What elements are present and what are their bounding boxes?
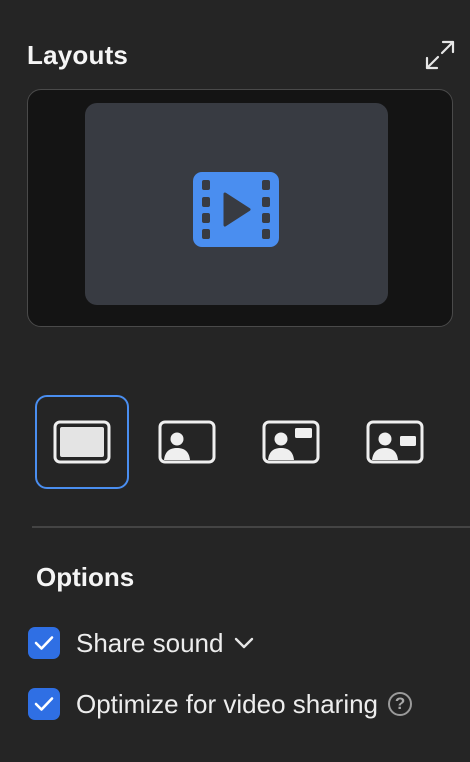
- layout-option-person-top-content[interactable]: [244, 395, 338, 489]
- layout-option-person-only[interactable]: [140, 395, 234, 489]
- expand-button[interactable]: [423, 38, 457, 72]
- checkmark-icon: [34, 697, 54, 711]
- share-sound-checkbox[interactable]: [28, 627, 60, 659]
- content-only-layout-icon: [53, 420, 111, 464]
- chevron-down-icon[interactable]: [233, 636, 255, 650]
- layouts-panel: Layouts Options Share sound Optimize for…: [0, 0, 470, 762]
- share-sound-label[interactable]: Share sound: [76, 628, 223, 659]
- share-sound-option: Share sound: [28, 627, 255, 659]
- person-side-content-layout-icon: [366, 420, 424, 464]
- layout-option-content-only[interactable]: [35, 395, 129, 489]
- optimize-video-checkbox[interactable]: [28, 688, 60, 720]
- person-layout-icon: [158, 420, 216, 464]
- preview-screen: [85, 103, 388, 305]
- panel-title: Layouts: [27, 40, 129, 70]
- checkmark-icon: [34, 636, 54, 650]
- options-heading: Options: [36, 562, 135, 592]
- layout-preview: [27, 89, 453, 327]
- help-icon[interactable]: ?: [388, 692, 413, 716]
- video-file-icon: [193, 172, 279, 247]
- person-top-content-layout-icon: [262, 420, 320, 464]
- layout-option-person-side-content[interactable]: [348, 395, 442, 489]
- expand-arrows-icon: [425, 40, 455, 70]
- divider: [32, 526, 470, 528]
- optimize-video-label[interactable]: Optimize for video sharing: [76, 689, 378, 720]
- optimize-video-option: Optimize for video sharing ?: [28, 688, 413, 720]
